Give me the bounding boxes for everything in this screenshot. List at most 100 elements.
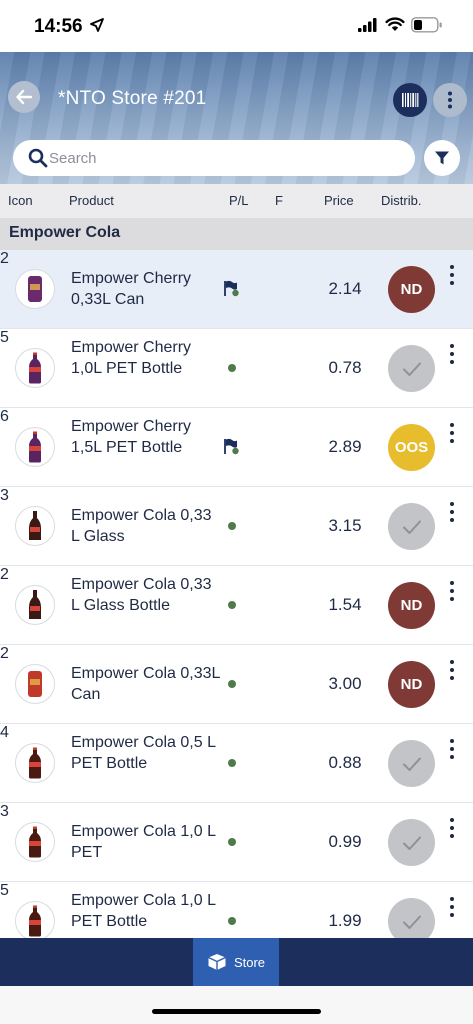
- price-value[interactable]: 0.88: [320, 753, 370, 773]
- price-value[interactable]: 3.15: [320, 516, 370, 536]
- group-header: Empower Cola: [0, 218, 473, 250]
- distribution-badge[interactable]: OOS: [388, 424, 435, 471]
- product-row[interactable]: Empower Cherry 1,5L PET Bottle 6 2.89 OOS: [0, 408, 473, 487]
- column-header-facings[interactable]: F: [275, 193, 283, 208]
- store-box-icon: [208, 954, 226, 970]
- price-value[interactable]: 1.54: [320, 595, 370, 615]
- row-menu-button[interactable]: [446, 816, 458, 840]
- barcode-icon: [402, 93, 419, 107]
- wifi-icon: [385, 17, 405, 31]
- listed-dot-icon: [222, 832, 242, 852]
- row-menu-button[interactable]: [446, 500, 458, 524]
- product-image: [15, 585, 55, 625]
- home-indicator-area: [0, 986, 473, 1024]
- price-value[interactable]: 1.99: [320, 911, 370, 931]
- page-title: *NTO Store #201: [58, 88, 207, 109]
- home-indicator[interactable]: [152, 1009, 321, 1014]
- battery-icon: [411, 17, 442, 33]
- search-input[interactable]: [49, 140, 399, 176]
- product-image: [15, 901, 55, 938]
- product-name: Empower Cola 1,0 L PET Bottle: [71, 891, 216, 930]
- price-value[interactable]: 2.14: [320, 279, 370, 299]
- more-vertical-icon: [448, 91, 452, 109]
- facings-value[interactable]: 2: [0, 250, 473, 268]
- product-name: Empower Cola 0,33L Can: [71, 665, 220, 703]
- flag-icon: [222, 437, 242, 457]
- price-value[interactable]: 0.99: [320, 832, 370, 852]
- product-name: Empower Cola 0,33 L Glass Bottle: [71, 575, 212, 614]
- row-menu-button[interactable]: [446, 579, 458, 603]
- checkmark-icon: [402, 362, 421, 376]
- facings-value[interactable]: 3: [0, 487, 473, 505]
- tab-store[interactable]: Store: [193, 938, 279, 986]
- status-time: 14:56: [34, 16, 83, 37]
- barcode-scan-button[interactable]: [393, 83, 427, 117]
- filter-icon: [435, 151, 449, 165]
- product-row[interactable]: Empower Cola 0,5 L PET Bottle 4 0.88: [0, 724, 473, 803]
- filter-button[interactable]: [424, 140, 460, 176]
- signal-icon: [358, 18, 377, 32]
- bottom-nav: Store: [0, 938, 473, 986]
- listed-dot-icon: [222, 674, 242, 694]
- product-row[interactable]: Empower Cherry 1,0L PET Bottle 5 0.78: [0, 329, 473, 408]
- row-menu-button[interactable]: [446, 263, 458, 287]
- row-menu-button[interactable]: [446, 342, 458, 366]
- distribution-badge[interactable]: [388, 740, 435, 787]
- price-value[interactable]: 0.78: [320, 358, 370, 378]
- product-row[interactable]: Empower Cola 1,0 L PET Bottle 5 1.99: [0, 882, 473, 938]
- row-menu-button[interactable]: [446, 895, 458, 919]
- product-row[interactable]: Empower Cola 0,33L Can 2 3.00 ND: [0, 645, 473, 724]
- search-icon: [28, 148, 48, 168]
- product-list[interactable]: Empower Cherry 0,33L Can 2 2.14 ND Empower C…: [0, 250, 473, 938]
- distribution-badge[interactable]: [388, 819, 435, 866]
- distribution-badge[interactable]: ND: [388, 661, 435, 708]
- product-name: Empower Cola 0,5 L PET Bottle: [71, 733, 216, 772]
- row-menu-button[interactable]: [446, 421, 458, 445]
- tab-store-label: Store: [233, 954, 266, 970]
- product-name: Empower Cherry 1,0L PET Bottle: [71, 338, 192, 377]
- distribution-badge[interactable]: ND: [388, 582, 435, 629]
- facings-value[interactable]: 3: [0, 803, 473, 821]
- app-header: *NTO Store #201: [0, 52, 473, 184]
- search-bar: [13, 140, 415, 176]
- price-value[interactable]: 2.89: [320, 437, 370, 457]
- product-image: [15, 348, 55, 388]
- product-image: [15, 664, 55, 704]
- product-row[interactable]: Empower Cherry 0,33L Can 2 2.14 ND: [0, 250, 473, 329]
- status-bar: 14:56: [0, 0, 473, 52]
- listed-dot-icon: [222, 595, 242, 615]
- distribution-badge[interactable]: [388, 898, 435, 938]
- product-image: [15, 427, 55, 467]
- product-name: Empower Cola 0,33 L Glass: [71, 507, 212, 545]
- checkmark-icon: [402, 757, 421, 771]
- distribution-badge[interactable]: [388, 503, 435, 550]
- distribution-badge[interactable]: [388, 345, 435, 392]
- column-header-price[interactable]: Price: [324, 193, 354, 208]
- row-menu-button[interactable]: [446, 737, 458, 761]
- column-header-distrib[interactable]: Distrib.: [381, 193, 421, 208]
- distribution-badge[interactable]: ND: [388, 266, 435, 313]
- product-image: [15, 822, 55, 862]
- column-headers: Icon Product P/L F Price Distrib.: [0, 184, 473, 218]
- checkmark-icon: [402, 915, 421, 929]
- facings-value[interactable]: 2: [0, 645, 473, 663]
- product-row[interactable]: Empower Cola 0,33 L Glass Bottle 2 1.54 ND: [0, 566, 473, 645]
- location-arrow-icon: [90, 18, 104, 32]
- column-header-product[interactable]: Product: [69, 193, 114, 208]
- product-image: [15, 506, 55, 546]
- column-header-pl[interactable]: P/L: [229, 193, 249, 208]
- more-options-button[interactable]: [433, 83, 467, 117]
- back-arrow-icon: [16, 89, 33, 105]
- back-button[interactable]: [8, 81, 40, 113]
- column-header-icon: Icon: [8, 193, 33, 208]
- product-row[interactable]: Empower Cola 1,0 L PET 3 0.99: [0, 803, 473, 882]
- product-image: [15, 269, 55, 309]
- product-name: Empower Cola 1,0 L PET: [71, 823, 216, 861]
- product-name: Empower Cherry 1,5L PET Bottle: [71, 417, 192, 456]
- row-menu-button[interactable]: [446, 658, 458, 682]
- group-title: Empower Cola: [9, 224, 121, 241]
- checkmark-icon: [402, 836, 421, 850]
- listed-dot-icon: [222, 753, 242, 773]
- product-row[interactable]: Empower Cola 0,33 L Glass 3 3.15: [0, 487, 473, 566]
- price-value[interactable]: 3.00: [320, 674, 370, 694]
